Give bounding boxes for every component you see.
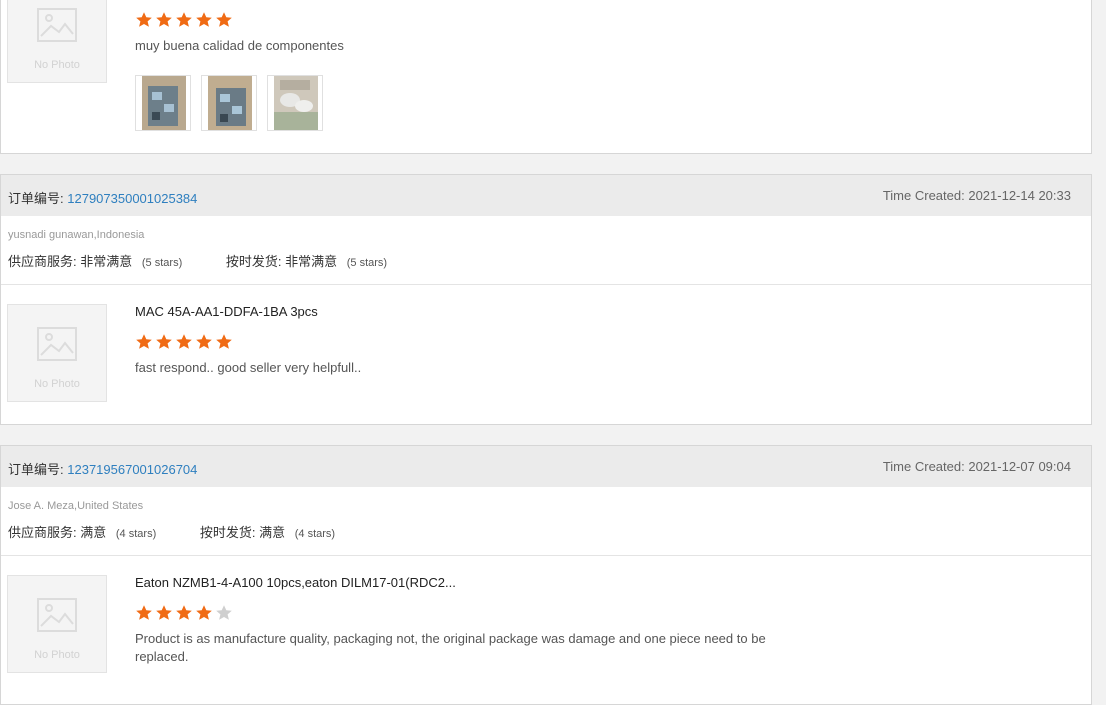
buyer-info: Jose A. Meza,United States [8, 500, 144, 512]
delivery-rating-value: 满意 [259, 525, 286, 540]
review-card: No Photo muy buena calidad de componente… [0, 0, 1092, 154]
review-photo-thumbnail[interactable] [201, 75, 257, 131]
divider [1, 555, 1091, 556]
order-number-label: 订单编号: [8, 191, 64, 206]
product-photo-image [208, 76, 252, 130]
time-created-value: 2021-12-14 20:33 [968, 188, 1071, 203]
review-photos [135, 75, 333, 131]
order-number-label: 订单编号: [8, 462, 64, 477]
order-number: 订单编号: 123719567001026704 [8, 459, 197, 478]
order-header: 订单编号: 127907350001025384 Time Created: 2… [1, 175, 1091, 216]
buyer-info: yusnadi gunawan,Indonesia [8, 229, 145, 241]
no-photo-label: No Photo [34, 378, 80, 390]
divider [1, 284, 1091, 285]
delivery-rating-label: 按时发货: [225, 254, 282, 269]
delivery-rating-label: 按时发货: [199, 525, 256, 540]
star-filled-icon [156, 334, 172, 349]
review-text: muy buena calidad de componentes [135, 38, 344, 53]
star-filled-icon [136, 12, 152, 27]
time-created-value: 2021-12-07 09:04 [968, 459, 1071, 474]
order-card: 订单编号: 127907350001025384 Time Created: 2… [0, 174, 1092, 425]
star-empty-icon [216, 605, 232, 620]
image-placeholder-icon [37, 327, 77, 361]
star-filled-icon [216, 12, 232, 27]
star-filled-icon [216, 334, 232, 349]
time-created: Time Created: 2021-12-07 09:04 [883, 459, 1071, 474]
delivery-rating-stars: (4 stars) [294, 528, 336, 540]
product-photo-image [142, 76, 186, 130]
delivery-rating-stars: (5 stars) [346, 257, 388, 269]
product-title: MAC 45A-AA1-DDFA-1BA 3pcs [135, 304, 318, 319]
order-number-link[interactable]: 123719567001026704 [67, 462, 197, 477]
product-photo-placeholder: No Photo [7, 575, 107, 673]
time-created-label: Time Created: [882, 459, 965, 474]
star-filled-icon [196, 334, 212, 349]
delivery-rating-value: 非常满意 [285, 254, 338, 269]
image-placeholder-icon [37, 598, 77, 632]
time-created-label: Time Created: [882, 188, 965, 203]
service-rating-label: 供应商服务: [8, 525, 77, 540]
rating-stars [135, 11, 235, 29]
product-photo-placeholder: No Photo [7, 304, 107, 402]
star-filled-icon [196, 605, 212, 620]
product-photo-image [274, 76, 318, 130]
service-rating-stars: (4 stars) [115, 528, 157, 540]
star-filled-icon [176, 334, 192, 349]
no-photo-label: No Photo [34, 649, 80, 661]
service-rating-value: 满意 [80, 525, 107, 540]
product-photo-placeholder: No Photo [7, 0, 107, 83]
service-rating-label: 供应商服务: [8, 254, 77, 269]
star-filled-icon [196, 12, 212, 27]
review-photo-thumbnail[interactable] [135, 75, 191, 131]
star-filled-icon [136, 605, 152, 620]
star-filled-icon [156, 12, 172, 27]
service-rating-value: 非常满意 [80, 254, 133, 269]
order-header: 订单编号: 123719567001026704 Time Created: 2… [1, 446, 1091, 487]
rating-stars [135, 604, 235, 622]
service-rating-stars: (5 stars) [141, 257, 183, 269]
order-card: 订单编号: 123719567001026704 Time Created: 2… [0, 445, 1092, 705]
star-filled-icon [176, 12, 192, 27]
product-title: Eaton NZMB1-4-A100 10pcs,eaton DILM17-01… [135, 575, 456, 590]
image-placeholder-icon [37, 8, 77, 42]
star-filled-icon [136, 334, 152, 349]
no-photo-label: No Photo [34, 59, 80, 71]
star-filled-icon [176, 605, 192, 620]
order-number-link[interactable]: 127907350001025384 [67, 191, 197, 206]
seller-ratings: 供应商服务: 非常满意 (5 stars) 按时发货: 非常满意 (5 star… [8, 251, 387, 270]
time-created: Time Created: 2021-12-14 20:33 [883, 188, 1071, 203]
star-filled-icon [156, 605, 172, 620]
review-photo-thumbnail[interactable] [267, 75, 323, 131]
rating-stars [135, 333, 235, 351]
order-number: 订单编号: 127907350001025384 [8, 188, 197, 207]
review-text: fast respond.. good seller very helpfull… [135, 360, 362, 375]
seller-ratings: 供应商服务: 满意 (4 stars) 按时发货: 满意 (4 stars) [8, 522, 335, 541]
review-text: Product is as manufacture quality, packa… [135, 631, 766, 664]
